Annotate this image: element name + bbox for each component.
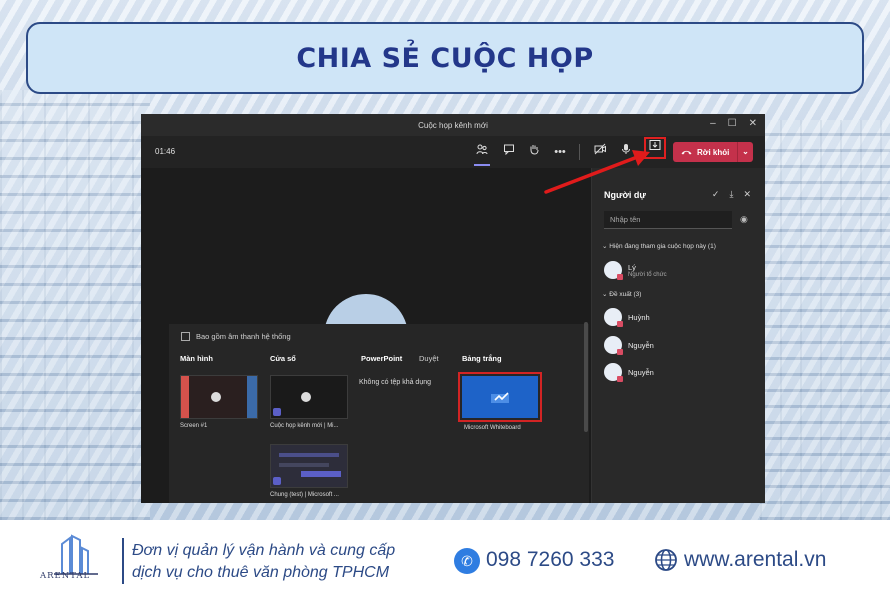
whiteboard-item-label: Microsoft Whiteboard (464, 425, 521, 431)
window-thumbnail-meeting[interactable] (270, 375, 348, 419)
include-audio-checkbox[interactable] (181, 332, 190, 341)
window-item-label: Chung (test) | Microsoft ... (270, 492, 339, 498)
participant-search-input[interactable]: Nhập tên (604, 211, 732, 229)
banner-title: CHIA SẺ CUỘC HỌP (296, 42, 594, 74)
avatar (604, 363, 623, 382)
building-graphic-right (760, 120, 890, 520)
participant-name: Lý (628, 262, 636, 272)
close-panel-icon[interactable]: ✕ (743, 189, 751, 200)
participants-icon[interactable] (473, 143, 491, 166)
footer-divider (122, 538, 124, 584)
red-arrow-annotation (544, 150, 650, 194)
no-files-message: Không có tệp khả dụng (359, 379, 432, 386)
leave-label: Rời khỏi (697, 147, 730, 157)
mute-all-icon[interactable]: ✓ (712, 189, 720, 200)
participant-suggested[interactable]: Nguyễn (604, 363, 654, 382)
whiteboard-icon (491, 392, 509, 403)
chat-icon[interactable] (500, 143, 518, 161)
logo-text: ARENTAL (40, 571, 91, 581)
participant-name: Nguyễn (628, 340, 654, 350)
window-column-header: Cửa sổ (270, 354, 296, 363)
download-icon[interactable]: ⤓ (729, 189, 733, 200)
avatar (604, 308, 623, 327)
title-banner: CHIA SẺ CUỘC HỌP (26, 22, 864, 94)
arental-logo (34, 530, 114, 594)
share-tray-scrollbar[interactable] (584, 322, 588, 432)
maximize-icon[interactable]: ☐ (728, 118, 737, 130)
screen-thumbnail[interactable] (180, 375, 258, 419)
window-item-label: Cuộc họp kênh mới | Mi... (270, 423, 339, 429)
include-audio-label: Bao gồm âm thanh hệ thống (196, 332, 291, 341)
eye-icon[interactable]: ◉ (740, 214, 748, 225)
whiteboard-column-header: Bảng trắng (462, 354, 502, 363)
include-audio-option[interactable]: Bao gồm âm thanh hệ thống (181, 332, 291, 341)
meeting-timer: 01:46 (155, 147, 176, 156)
screen-column-header: Màn hình (180, 354, 213, 363)
phone-number[interactable]: 098 7260 333 (486, 548, 614, 572)
whiteboard-option[interactable] (458, 372, 542, 422)
leave-button[interactable]: Rời khỏi ⌄ (673, 142, 753, 162)
avatar (604, 261, 623, 280)
website-link[interactable]: www.arental.vn (684, 548, 826, 572)
window-thumbnail-chat[interactable] (270, 444, 348, 488)
powerpoint-column-header: PowerPoint (361, 354, 403, 363)
phone-icon: ✆ (454, 548, 480, 574)
participant-role: Người tổ chức (628, 271, 667, 278)
close-icon[interactable]: ✕ (749, 118, 757, 130)
participant-name: Huỳnh (628, 312, 650, 322)
in-meeting-header[interactable]: ⌄ Hiện đang tham gia cuộc họp này (1) (602, 242, 716, 250)
tagline-line-1: Đơn vị quản lý vận hành và cung cấp (132, 542, 396, 559)
window-title: Cuộc họp kênh mới (418, 120, 488, 130)
hang-up-icon (681, 150, 692, 155)
minimize-icon[interactable]: – (710, 118, 716, 130)
globe-icon (655, 549, 677, 571)
share-tray: Bao gồm âm thanh hệ thống Màn hình Cửa s… (169, 324, 589, 503)
window-titlebar: Cuộc họp kênh mới – ☐ ✕ (141, 114, 765, 136)
avatar (604, 336, 623, 355)
footer: ARENTAL Đơn vị quản lý vận hành và cung … (0, 520, 890, 600)
panel-actions: ✓ ⤓ ✕ (712, 189, 751, 200)
window-controls: – ☐ ✕ (710, 118, 757, 130)
building-graphic-left (0, 90, 150, 520)
teams-window: Cuộc họp kênh mới – ☐ ✕ 01:46 ••• Rời kh… (141, 114, 765, 503)
participant-name: Nguyễn (628, 367, 654, 377)
participants-panel: Người dự ✓ ⤓ ✕ Nhập tên ◉ ⌄ Hiện đang th… (591, 168, 765, 503)
participant-suggested[interactable]: Nguyễn (604, 336, 654, 355)
participant-suggested[interactable]: Huỳnh (604, 308, 650, 327)
suggested-header[interactable]: ⌄ Đề xuất (3) (602, 290, 641, 298)
company-tagline: Đơn vị quản lý vận hành và cung cấp dịch… (132, 540, 395, 584)
participant-organizer[interactable]: Lý Người tổ chức (604, 261, 667, 280)
meeting-toolbar: 01:46 ••• (141, 136, 765, 168)
chevron-down-icon[interactable]: ⌄ (737, 142, 753, 162)
in-meeting-header-label: Hiện đang tham gia cuộc họp này (1) (609, 243, 716, 250)
suggested-header-label: Đề xuất (3) (609, 291, 642, 298)
screen-item-label: Screen #1 (180, 423, 208, 429)
tagline-line-2: dịch vụ cho thuê văn phòng TPHCM (132, 564, 390, 581)
browse-link[interactable]: Duyệt (419, 354, 439, 363)
